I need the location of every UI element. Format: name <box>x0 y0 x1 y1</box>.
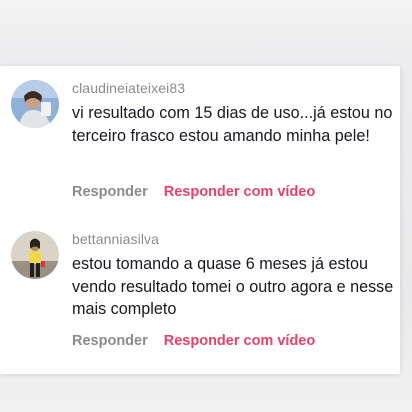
user-avatar[interactable] <box>11 231 59 279</box>
comment-username[interactable]: bettanniasilva <box>72 231 159 247</box>
avatar-photo <box>11 231 59 279</box>
comments-panel: claudineiateixei83 vi resultado com 15 d… <box>0 66 400 374</box>
user-avatar[interactable] <box>11 80 59 128</box>
comment-username[interactable]: claudineiateixei83 <box>72 80 185 96</box>
avatar-photo <box>11 80 59 128</box>
comment-actions: Responder Responder com vídeo <box>72 184 315 200</box>
reply-button[interactable]: Responder <box>72 333 148 349</box>
reply-button[interactable]: Responder <box>72 184 148 200</box>
comment-text: estou tomando a quase 6 meses já estou v… <box>72 255 394 318</box>
comment-text: vi resultado com 15 dias de uso...já est… <box>72 104 393 145</box>
reply-with-video-button[interactable]: Responder com vídeo <box>164 333 315 349</box>
reply-with-video-button[interactable]: Responder com vídeo <box>164 184 315 200</box>
comment-actions: Responder Responder com vídeo <box>72 333 315 349</box>
